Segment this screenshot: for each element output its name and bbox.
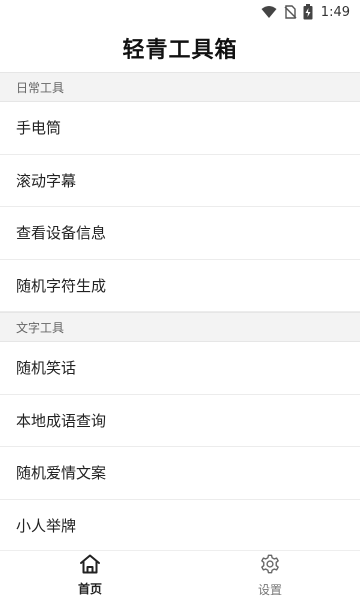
no-sim-icon — [283, 5, 297, 19]
app-title: 轻青工具箱 — [122, 38, 238, 63]
list-item-random-string[interactable]: 随机字符生成 — [0, 260, 360, 312]
section-header-text: 文字工具 — [0, 312, 360, 342]
list-item-love-quotes[interactable]: 随机爱情文案 — [0, 447, 360, 500]
tool-list: 日常工具 手电筒 滚动字幕 查看设备信息 随机字符生成 文字工具 随机笑话 本地… — [0, 72, 360, 550]
list-item-idiom-lookup[interactable]: 本地成语查询 — [0, 395, 360, 447]
status-time: 1:49 — [320, 4, 350, 20]
section-header-daily: 日常工具 — [0, 72, 360, 102]
app-screen: 1:49 轻青工具箱 日常工具 手电筒 滚动字幕 查看设备信息 随机字符生成 文… — [0, 0, 360, 600]
nav-settings-label: 设置 — [257, 583, 282, 597]
nav-home[interactable]: 首页 — [0, 551, 180, 600]
list-item-scrolling-subtitle[interactable]: 滚动字幕 — [0, 155, 360, 207]
bottom-nav: 首页 设置 — [0, 550, 360, 600]
wifi-icon — [261, 5, 277, 19]
status-bar: 1:49 — [0, 0, 360, 24]
nav-settings[interactable]: 设置 — [180, 551, 360, 600]
nav-home-label: 首页 — [77, 582, 102, 596]
gear-icon — [259, 553, 281, 579]
list-item-random-joke[interactable]: 随机笑话 — [0, 342, 360, 395]
home-icon — [79, 554, 101, 578]
battery-charging-icon — [303, 4, 313, 20]
list-item-sign-holder[interactable]: 小人举牌 — [0, 500, 360, 551]
app-bar: 轻青工具箱 — [0, 24, 360, 72]
list-item-flashlight[interactable]: 手电筒 — [0, 102, 360, 155]
list-item-device-info[interactable]: 查看设备信息 — [0, 207, 360, 260]
